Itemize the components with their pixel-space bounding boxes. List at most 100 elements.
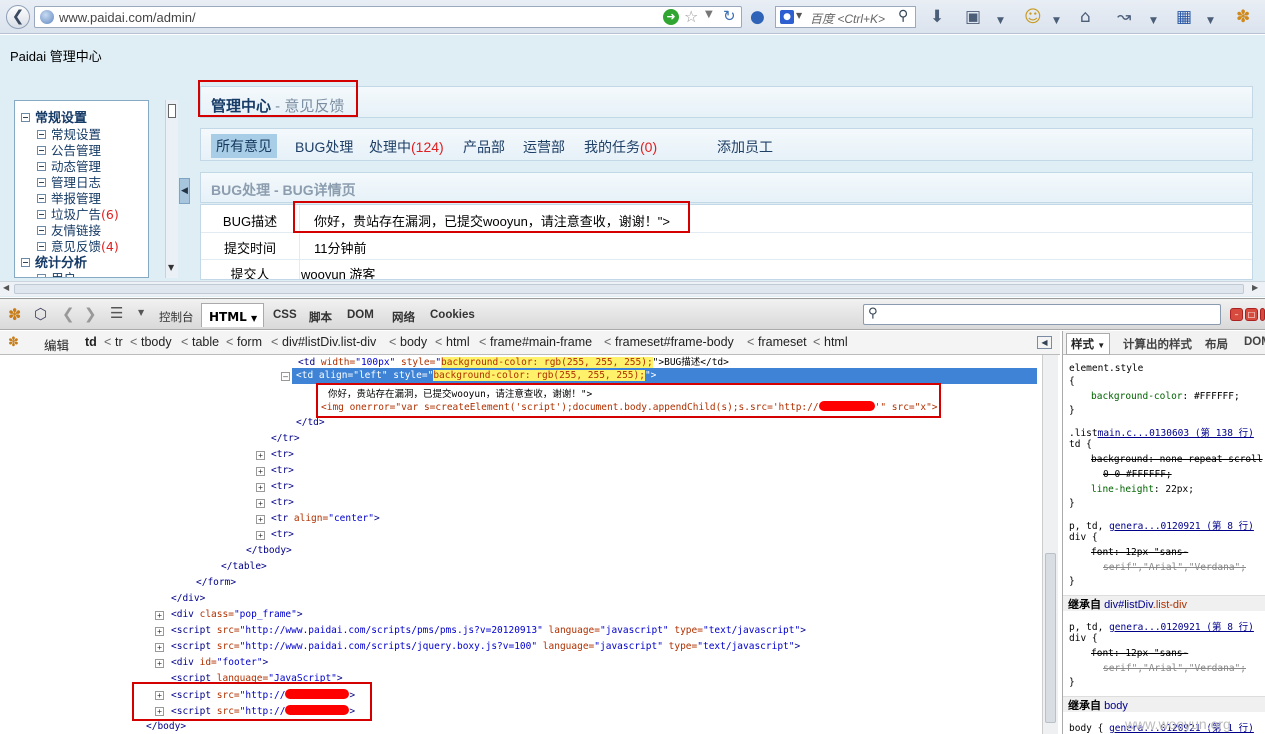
apps-dropdown-icon[interactable]: ▼ [1207, 11, 1214, 31]
crumb-td[interactable]: td [85, 335, 97, 349]
search-box[interactable]: ● ▼ 百度 <Ctrl+K> ⚲ [775, 6, 916, 28]
search-icon[interactable]: ⚲ [898, 8, 908, 24]
baidu-icon[interactable]: ● [780, 10, 794, 24]
page-horizontal-scrollbar[interactable]: ◀ ▶ [0, 281, 1265, 296]
tab-add-staff[interactable]: 添加员工 [717, 137, 773, 157]
code-line[interactable]: <div id="footer"> [171, 657, 268, 668]
code-line[interactable]: </form> [196, 577, 236, 588]
tab-layout[interactable]: 布局 [1205, 336, 1228, 352]
crumb-listdiv[interactable]: div#listDiv.list-div [282, 335, 376, 349]
expand-node-icon[interactable]: + [256, 483, 265, 492]
emoji-icon[interactable]: ☺ [1024, 7, 1042, 27]
extension-icon[interactable]: ● [750, 7, 765, 27]
crumb-tbody[interactable]: tbody [141, 335, 172, 349]
expand-node-icon[interactable]: + [256, 499, 265, 508]
crumb-body[interactable]: body [400, 335, 427, 349]
style-rule-line[interactable]: line-height: 22px; [1091, 484, 1194, 495]
back-button[interactable]: ❮ [6, 5, 30, 29]
code-line[interactable]: <div class="pop_frame"> [171, 609, 303, 620]
download-icon[interactable]: ⬇ [930, 7, 944, 27]
expand-node-icon[interactable]: + [256, 467, 265, 476]
nav-back-icon[interactable]: ❮ [62, 305, 75, 323]
source-link[interactable]: genera...0120921 (第 8 行) [1109, 521, 1254, 532]
tab-css[interactable]: CSS [273, 309, 297, 321]
tab-script[interactable]: 脚本 [309, 309, 332, 325]
source-link[interactable]: main.c...0130603 (第 138 行) [1098, 428, 1254, 439]
tab-product[interactable]: 产品部 [463, 137, 505, 157]
code-line[interactable]: </body> [146, 721, 186, 732]
code-line[interactable]: </tbody> [246, 545, 292, 556]
expand-node-icon[interactable]: + [256, 515, 265, 524]
reload-icon[interactable]: ↻ [723, 7, 736, 25]
code-line[interactable]: </tr> [271, 433, 300, 444]
panel-list-dropdown-icon[interactable]: ▼ [138, 308, 144, 317]
scroll-left-icon[interactable]: ◀ [3, 283, 9, 292]
crumb-tr[interactable]: tr [115, 335, 123, 349]
code-line[interactable]: <tr> [271, 481, 294, 492]
minimize-icon[interactable]: – [1230, 308, 1243, 321]
inspect-icon[interactable]: ⬡ [34, 305, 47, 323]
tab-processing[interactable]: 处理中(124) [369, 137, 444, 157]
tab-my-tasks[interactable]: 我的任务(0) [584, 137, 657, 157]
crumb-main-frame[interactable]: frame#main-frame [490, 335, 592, 349]
engine-dropdown-icon[interactable]: ▼ [796, 11, 802, 20]
tab-html[interactable]: HTML ▼ [201, 303, 264, 327]
panel-list-icon[interactable]: ☰ [110, 304, 123, 322]
scroll-thumb[interactable] [168, 104, 176, 118]
tab-dom-side[interactable]: DOM [1244, 336, 1265, 348]
scroll-right-icon[interactable]: ▶ [1252, 283, 1258, 292]
feed-icon[interactable]: ↝ [1117, 7, 1131, 27]
code-line[interactable]: </table> [221, 561, 267, 572]
style-rule-line[interactable]: background: none repeat scroll [1091, 454, 1263, 465]
crumb-root-html[interactable]: html [824, 335, 848, 349]
emoji-dropdown-icon[interactable]: ▼ [1053, 11, 1060, 31]
style-rule-line[interactable]: font: 12px "sans- [1091, 648, 1188, 659]
toggle-side-panel-icon[interactable]: ◀ [1037, 336, 1052, 349]
code-line[interactable]: <tr align="center"> [271, 513, 380, 524]
firebug-search-input[interactable]: ⚲ [863, 304, 1221, 325]
style-rule-line[interactable]: font: 12px "sans- [1091, 547, 1188, 558]
screenshot-dropdown-icon[interactable]: ▼ [997, 11, 1004, 31]
tab-bug[interactable]: BUG处理 [295, 137, 353, 157]
firebug-icon[interactable]: ✽ [1236, 7, 1250, 27]
sidebar-collapse-button[interactable]: ◀ [179, 178, 190, 204]
code-line[interactable]: <script src="http://www.paidai.com/scrip… [171, 641, 800, 652]
expand-node-icon[interactable]: + [256, 451, 265, 460]
scroll-down-icon[interactable]: ▼ [168, 263, 174, 272]
expand-node-icon[interactable]: + [155, 611, 164, 620]
code-line[interactable]: </td> [296, 417, 325, 428]
tab-computed[interactable]: 计算出的样式 [1123, 336, 1192, 352]
code-line[interactable]: <tr> [271, 529, 294, 540]
feed-dropdown-icon[interactable]: ▼ [1150, 11, 1157, 31]
detach-icon[interactable]: □ [1245, 308, 1258, 321]
code-line-selected[interactable]: <td align="left" style="background-color… [296, 370, 656, 381]
code-line[interactable]: <script src="http://www.paidai.com/scrip… [171, 625, 806, 636]
crumb-form[interactable]: form [237, 335, 262, 349]
crumb-frameset[interactable]: frameset [758, 335, 807, 349]
code-line[interactable]: <td width="100px" style="background-colo… [298, 355, 729, 368]
scroll-thumb[interactable] [14, 284, 1244, 294]
screenshot-icon[interactable]: ▣ [965, 7, 981, 27]
address-bar[interactable]: www.paidai.com/admin/ ➜ ☆ ▼ ↻ [34, 6, 742, 28]
crumb-frameset-body[interactable]: frameset#frame-body [615, 335, 734, 349]
source-link[interactable]: genera...0120921 (第 8 行) [1109, 622, 1254, 633]
expand-node-icon[interactable]: + [256, 531, 265, 540]
scroll-thumb[interactable] [1045, 553, 1056, 723]
expand-node-icon[interactable]: + [155, 643, 164, 652]
code-vertical-scrollbar[interactable] [1042, 355, 1058, 734]
collapse-icon[interactable] [21, 258, 30, 267]
crumb-html[interactable]: html [446, 335, 470, 349]
tab-cookies[interactable]: Cookies [430, 309, 475, 321]
tab-dom[interactable]: DOM [347, 309, 374, 321]
collapse-icon[interactable] [21, 113, 30, 122]
code-line[interactable]: </div> [171, 593, 205, 604]
edit-button[interactable]: 编辑 [44, 335, 69, 354]
tab-style[interactable]: 样式 ▼ [1066, 333, 1111, 355]
tab-ops[interactable]: 运营部 [523, 137, 565, 157]
nav-forward-icon[interactable]: ❯ [84, 305, 97, 323]
tab-net[interactable]: 网络 [392, 309, 415, 325]
crumb-table[interactable]: table [192, 335, 219, 349]
code-line[interactable]: <tr> [271, 465, 294, 476]
firebug-menu-icon[interactable]: ✽ [8, 305, 21, 324]
code-line[interactable]: <tr> [271, 497, 294, 508]
